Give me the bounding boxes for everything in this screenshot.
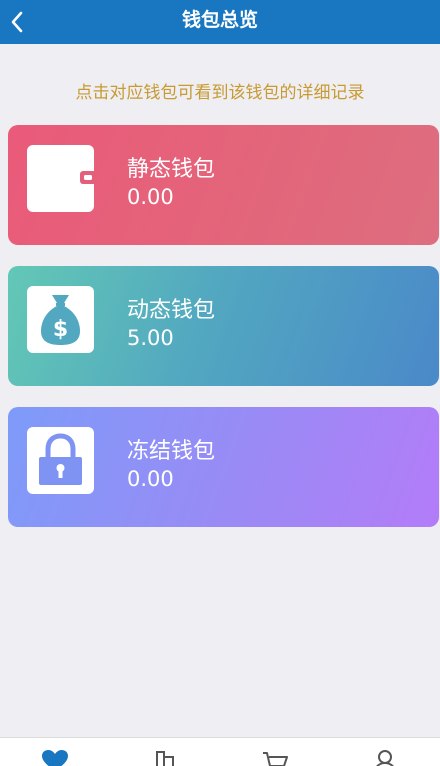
top-bar: 钱包总览 bbox=[0, 0, 440, 44]
lock-icon bbox=[27, 427, 94, 494]
wallet-name: 冻结钱包 bbox=[127, 439, 216, 464]
static-wallet-card[interactable]: 静态钱包 0.00 bbox=[8, 125, 439, 245]
nav-item-store[interactable] bbox=[110, 738, 220, 766]
wallet-name: 静态钱包 bbox=[127, 157, 216, 182]
dynamic-wallet-card[interactable]: $ 动态钱包 5.00 bbox=[8, 266, 439, 386]
wallet-amount: 0.00 bbox=[127, 185, 174, 209]
wallet-icon bbox=[27, 145, 96, 212]
nav-item-cart[interactable] bbox=[220, 738, 330, 766]
wallet-name: 动态钱包 bbox=[127, 298, 216, 323]
wallet-amount: 5.00 bbox=[127, 326, 174, 350]
building-icon bbox=[156, 751, 174, 766]
hint-text: 点击对应钱包可看到该钱包的详细记录 bbox=[75, 83, 365, 103]
user-icon bbox=[376, 750, 394, 766]
page-title: 钱包总览 bbox=[181, 9, 258, 31]
svg-text:$: $ bbox=[53, 317, 68, 342]
heart-icon bbox=[42, 750, 68, 766]
money-bag-icon: $ bbox=[27, 286, 94, 353]
bottom-nav bbox=[0, 737, 440, 766]
cart-icon bbox=[263, 752, 288, 766]
nav-item-home[interactable] bbox=[0, 738, 110, 766]
nav-item-profile[interactable] bbox=[330, 738, 440, 766]
frozen-wallet-card[interactable]: 冻结钱包 0.00 bbox=[8, 407, 439, 527]
wallet-amount: 0.00 bbox=[127, 467, 174, 491]
